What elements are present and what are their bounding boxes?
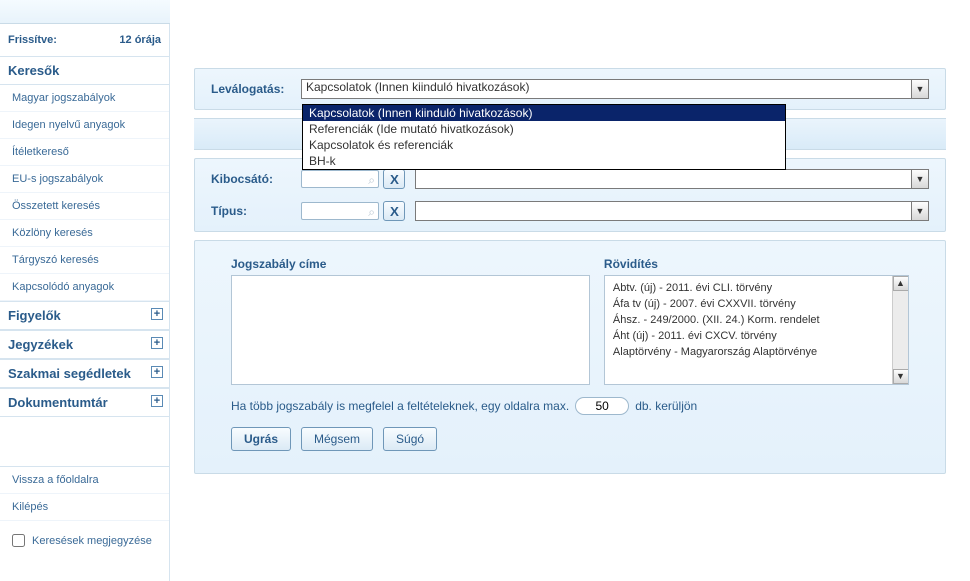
sidebar-back-home[interactable]: Vissza a főoldalra — [0, 467, 169, 494]
scroll-down-icon[interactable]: ▼ — [893, 369, 909, 384]
sidebar-exit[interactable]: Kilépés — [0, 494, 169, 521]
plus-icon[interactable]: + — [151, 395, 163, 407]
sidebar: Frissítve: 12 órája Keresők Magyar jogsz… — [0, 0, 170, 581]
cancel-button[interactable]: Mégsem — [301, 427, 373, 451]
note-post: db. kerüljön — [635, 399, 697, 413]
sidebar-item-osszetett[interactable]: Összetett keresés — [0, 193, 169, 220]
rovidites-listbox[interactable]: Abtv. (új) - 2011. évi CLI. törvény Áfa … — [604, 275, 909, 385]
cime-listbox[interactable] — [231, 275, 590, 385]
levalogatas-label: Leválogatás: — [211, 82, 301, 96]
sidebar-item-idegen[interactable]: Idegen nyelvű anyagok — [0, 112, 169, 139]
scrollbar[interactable]: ▲ ▼ — [892, 276, 908, 384]
dropdown-option-1[interactable]: Referenciák (Ide mutató hivatkozások) — [303, 121, 785, 137]
tipus-clear-button[interactable]: X — [383, 201, 405, 221]
go-button[interactable]: Ugrás — [231, 427, 291, 451]
list-item[interactable]: Alaptörvény - Magyarország Alaptörvénye — [609, 344, 906, 360]
sidebar-item-kozlony[interactable]: Közlöny keresés — [0, 220, 169, 247]
scroll-up-icon[interactable]: ▲ — [893, 276, 909, 291]
dropdown-option-2[interactable]: Kapcsolatok és referenciák — [303, 137, 785, 153]
sidebar-item-itelet[interactable]: Ítéletkereső — [0, 139, 169, 166]
note-pre: Ha több jogszabály is megfelel a feltéte… — [231, 399, 569, 413]
list-item[interactable]: Áfa tv (új) - 2007. évi CXXVII. törvény — [609, 296, 906, 312]
list-item[interactable]: Abtv. (új) - 2011. évi CLI. törvény — [609, 280, 906, 296]
dropdown-option-0[interactable]: Kapcsolatok (Innen kiinduló hivatkozások… — [303, 105, 785, 121]
remember-searches-checkbox[interactable]: Keresések megjegyzése — [8, 531, 161, 550]
per-page-input[interactable] — [575, 397, 629, 415]
remember-checkbox-input[interactable] — [12, 534, 25, 547]
plus-icon[interactable]: + — [151, 337, 163, 349]
kibocsato-clear-button[interactable]: X — [383, 169, 405, 189]
search-icon[interactable]: ⌕ — [368, 205, 375, 220]
kibocsato-select[interactable]: ▼ — [415, 169, 929, 189]
help-button[interactable]: Súgó — [383, 427, 437, 451]
sidebar-header-figyelok[interactable]: Figyelők+ — [0, 301, 169, 330]
tipus-code-input[interactable]: ⌕ — [301, 202, 379, 220]
levalogatas-select[interactable]: Kapcsolatok (Innen kiinduló hivatkozások… — [301, 79, 929, 99]
levalogatas-dropdown[interactable]: Kapcsolatok (Innen kiinduló hivatkozások… — [302, 104, 786, 170]
sidebar-header-doktar[interactable]: Dokumentumtár+ — [0, 388, 169, 417]
sidebar-header-jegyzekek[interactable]: Jegyzékek+ — [0, 330, 169, 359]
plus-icon[interactable]: + — [151, 366, 163, 378]
rovidites-label: Rövidítés — [604, 257, 909, 271]
tipus-select[interactable]: ▼ — [415, 201, 929, 221]
main-content: Leválogatás: Kapcsolatok (Innen kiinduló… — [170, 0, 970, 581]
search-icon[interactable]: ⌕ — [368, 173, 375, 188]
kibocsato-label: Kibocsátó: — [211, 172, 301, 186]
sidebar-item-eu[interactable]: EU-s jogszabályok — [0, 166, 169, 193]
chevron-down-icon[interactable]: ▼ — [911, 170, 928, 188]
sidebar-header-szakmai[interactable]: Szakmai segédletek+ — [0, 359, 169, 388]
dropdown-option-3[interactable]: BH-k — [303, 153, 785, 169]
status-value: 12 órája — [119, 34, 161, 46]
kibocsato-code-input[interactable]: ⌕ — [301, 170, 379, 188]
chevron-down-icon[interactable]: ▼ — [911, 202, 928, 220]
sidebar-item-targyszo[interactable]: Tárgyszó keresés — [0, 247, 169, 274]
status-label: Frissítve: — [8, 34, 57, 46]
chevron-down-icon[interactable]: ▼ — [911, 80, 928, 98]
sidebar-item-kapcsolodo[interactable]: Kapcsolódó anyagok — [0, 274, 169, 301]
list-item[interactable]: Áht (új) - 2011. évi CXCV. törvény — [609, 328, 906, 344]
list-item[interactable]: Áhsz. - 249/2000. (XII. 24.) Korm. rende… — [609, 312, 906, 328]
plus-icon[interactable]: + — [151, 308, 163, 320]
sidebar-header-keresok[interactable]: Keresők — [0, 56, 169, 85]
remember-label: Keresések megjegyzése — [32, 535, 152, 547]
tipus-label: Típus: — [211, 204, 301, 218]
levalogatas-value: Kapcsolatok (Innen kiinduló hivatkozások… — [306, 80, 529, 94]
cime-label: Jogszabály címe — [231, 257, 590, 271]
sidebar-item-magyar[interactable]: Magyar jogszabályok — [0, 85, 169, 112]
